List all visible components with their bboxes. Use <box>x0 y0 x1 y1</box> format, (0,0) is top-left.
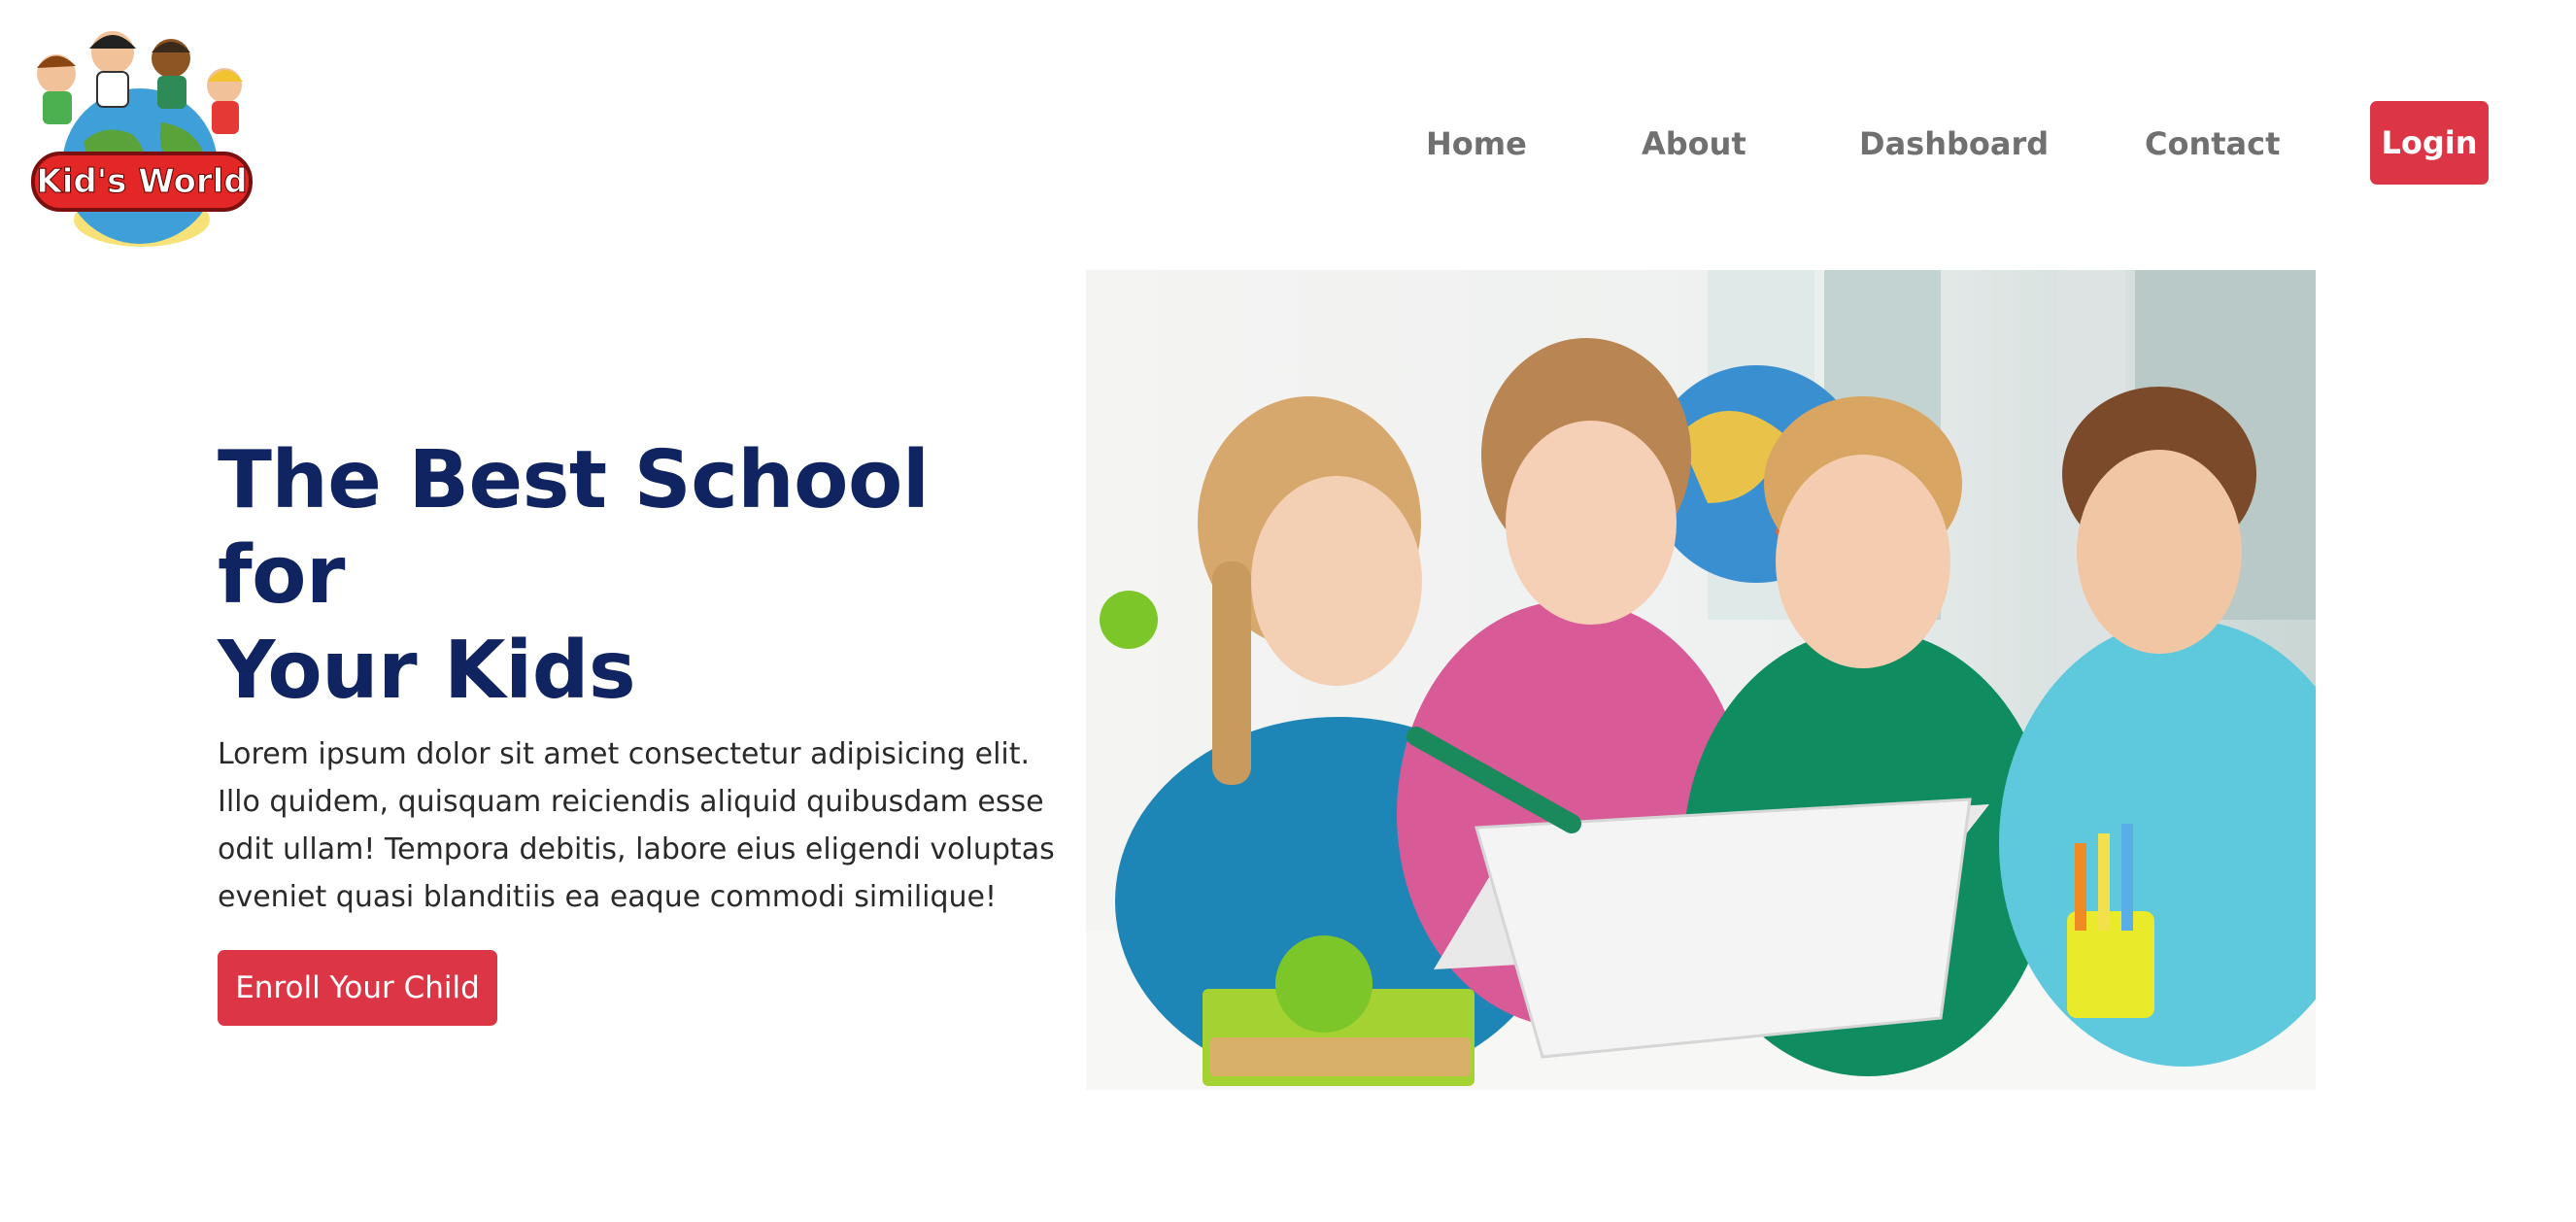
hero-title: The Best School for Your Kids <box>218 433 1072 719</box>
nav-about-link[interactable]: About <box>1642 101 1746 187</box>
nav-contact-link[interactable]: Contact <box>2145 101 2280 187</box>
children-laptop-photo <box>1086 270 2316 1090</box>
nav-home-link[interactable]: Home <box>1426 101 1527 187</box>
hero-description: Lorem ipsum dolor sit amet consectetur a… <box>218 737 1055 914</box>
hero-title-line2: Your Kids <box>218 625 636 717</box>
page: Kid's World Home About Dashboard Contact… <box>0 0 2576 1222</box>
enroll-child-button[interactable]: Enroll Your Child <box>218 950 497 1026</box>
nav-dashboard-link[interactable]: Dashboard <box>1859 101 2049 187</box>
login-button[interactable]: Login <box>2370 101 2489 185</box>
hero-text-section: The Best School for Your Kids Lorem ipsu… <box>218 433 1072 1026</box>
main-nav: Home About Dashboard Contact Login <box>0 101 2576 187</box>
hero-title-line1: The Best School for <box>218 434 930 622</box>
hero-photo <box>1086 270 2316 1090</box>
